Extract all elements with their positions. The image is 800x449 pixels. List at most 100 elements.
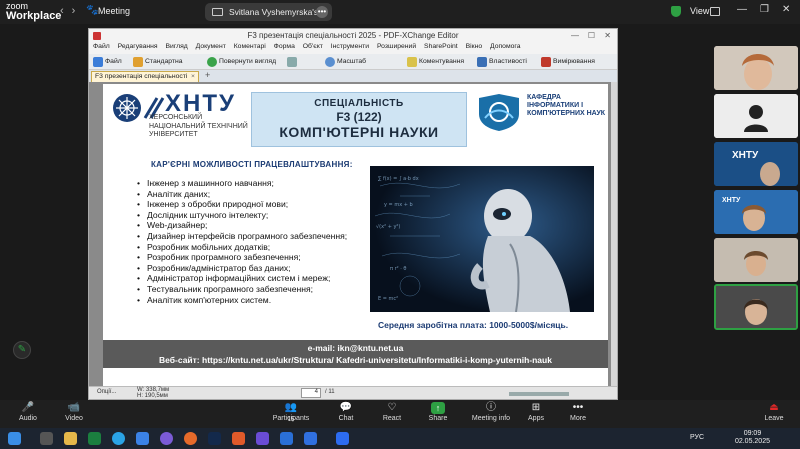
app-icon[interactable] <box>280 432 293 445</box>
system-clock[interactable]: 09:09 02.05.2025 <box>735 430 770 446</box>
menu-advanced[interactable]: Розширений <box>377 43 416 50</box>
menu-view[interactable]: Вигляд <box>166 43 188 50</box>
apps-button[interactable]: ⊞ Apps <box>514 402 558 422</box>
windows-taskbar: РУС 09:09 02.05.2025 <box>0 428 800 449</box>
zoom-taskbar-icon[interactable] <box>336 432 349 445</box>
vscode-icon[interactable] <box>304 432 317 445</box>
share-button[interactable]: ↑ Share <box>416 402 460 422</box>
tab-close-icon[interactable]: × <box>191 72 195 82</box>
view-tool-icon <box>287 57 297 67</box>
view-tools-button[interactable] <box>287 56 317 68</box>
menu-object[interactable]: Об'єкт <box>303 43 323 50</box>
telegram-icon[interactable] <box>112 432 125 445</box>
more-button[interactable]: ••• More <box>556 402 600 422</box>
photoshop-icon[interactable] <box>208 432 221 445</box>
list-item: Інженер з обробки природної мови; <box>137 199 373 210</box>
pdfx-minimize-icon[interactable]: — <box>571 29 579 43</box>
firefox-icon[interactable] <box>184 432 197 445</box>
measuring-button[interactable]: Вимірювання <box>541 56 595 68</box>
menu-window[interactable]: Вікно <box>466 43 483 50</box>
menu-form[interactable]: Форма <box>274 43 295 50</box>
participant-video-tile[interactable]: ХНТУ <box>714 190 798 234</box>
pdfx-maximize-icon[interactable]: ☐ <box>588 29 595 43</box>
pdfx-window-title: F3 презентація спеціальності 2025 - PDF-… <box>247 31 459 40</box>
info-icon: ⓘ <box>486 402 496 413</box>
audio-label: Audio <box>19 415 37 422</box>
grid-view-icon[interactable] <box>710 7 720 16</box>
meeting-info-button[interactable]: ⓘ Meeting info <box>466 402 516 422</box>
more-options-icon[interactable]: ••• <box>316 6 328 18</box>
pdfx-close-icon[interactable]: ✕ <box>604 29 611 43</box>
svg-text:ХНТУ: ХНТУ <box>732 150 759 161</box>
document-view[interactable]: ХНТУ ХЕРСОНСЬКИЙ НАЦІОНАЛЬНИЙ ТЕХНІЧНИЙ … <box>89 82 617 388</box>
new-tab-icon[interactable]: + <box>205 70 210 80</box>
start-icon[interactable] <box>8 432 21 445</box>
properties-button[interactable]: Властивості <box>477 56 527 68</box>
document-tab[interactable]: F3 презентація спеціальності 2025 × <box>91 71 199 90</box>
participants-button[interactable]: 👥15 Participants <box>266 402 316 423</box>
video-button[interactable]: 📹 Video <box>52 402 96 422</box>
vertical-scrollbar[interactable] <box>611 82 617 388</box>
react-button[interactable]: ♡ React <box>370 402 414 422</box>
store-icon[interactable] <box>88 432 101 445</box>
back-arrow-icon[interactable]: ‹ <box>60 5 72 17</box>
menu-tools[interactable]: Інструменти <box>331 43 369 50</box>
options-button[interactable]: Опції... <box>97 389 116 395</box>
screen-share-pill[interactable]: Svitlana Vyshemyrska's screen ••• <box>205 3 332 35</box>
participant-face-image <box>714 46 798 90</box>
zoom-slider[interactable] <box>509 392 569 396</box>
scale-button[interactable]: Масштаб <box>325 56 366 68</box>
viber-icon[interactable] <box>160 432 173 445</box>
annotate-pencil-icon[interactable]: ✎ <box>13 341 31 359</box>
browser-icon[interactable] <box>136 432 149 445</box>
list-item: Розробник мобільних додатків; <box>137 242 373 253</box>
menu-file[interactable]: Файл <box>93 43 110 50</box>
file-button[interactable]: Файл <box>93 56 122 68</box>
app-icon[interactable] <box>232 432 245 445</box>
list-item: Аналітик комп'ютерних систем. <box>137 295 373 306</box>
page-number-input[interactable]: 4 <box>301 388 321 398</box>
zoom-logo-line2: Workplace <box>6 10 62 22</box>
forward-arrow-icon[interactable]: › <box>72 5 84 17</box>
leave-button[interactable]: ⏏ Leave <box>752 402 796 422</box>
restore-icon[interactable]: ❐ <box>760 4 769 15</box>
participant-avatar-tile[interactable] <box>714 94 798 138</box>
menu-document[interactable]: Документ <box>196 43 226 50</box>
search-icon[interactable] <box>40 432 53 445</box>
revert-view-button[interactable]: Повернути вигляд <box>207 56 276 68</box>
list-item: Web-дизайнер; <box>137 220 373 231</box>
close-icon[interactable]: ✕ <box>782 4 790 15</box>
menu-comments[interactable]: Коментарі <box>234 43 266 50</box>
zoom-title-bar: zoom Workplace ‹› 🐾 Meeting Svitlana Vys… <box>0 0 800 35</box>
commenting-button[interactable]: Коментування <box>407 56 464 68</box>
menu-edit[interactable]: Редагування <box>118 43 158 50</box>
participant-video-tile[interactable]: ХНТУ <box>714 142 798 186</box>
menu-sharepoint[interactable]: SharePoint <box>424 43 458 50</box>
department-logo <box>479 94 519 131</box>
participant-video-tile-active[interactable] <box>714 284 798 330</box>
file-explorer-icon[interactable] <box>64 432 77 445</box>
pdf-xchange-window: F3 презентація спеціальності 2025 - PDF-… <box>88 28 618 400</box>
list-item: Адміністратор інформаційних систем і мер… <box>137 273 373 284</box>
pdfx-toolbar: Файл Стандартна Повернути вигляд Масштаб… <box>89 54 617 70</box>
career-title: КАР'ЄРНІ МОЖЛИВОСТІ ПРАЦЕВЛАШТУВАННЯ: <box>151 160 353 169</box>
chat-label: Chat <box>338 415 354 422</box>
audio-button[interactable]: 🎤 Audio <box>6 402 50 422</box>
shield-icon[interactable] <box>671 6 681 17</box>
view-button[interactable]: View <box>690 6 709 16</box>
language-indicator[interactable]: РУС <box>690 434 704 441</box>
minimize-icon[interactable]: — <box>737 4 747 15</box>
svg-text:ХНТУ: ХНТУ <box>722 197 741 204</box>
list-item: Дослідник штучного інтелекту; <box>137 210 373 221</box>
paw-icon: 🐾 <box>86 5 99 16</box>
participant-video-tile[interactable] <box>714 238 798 282</box>
app-icon[interactable] <box>256 432 269 445</box>
menu-help[interactable]: Допомога <box>490 43 520 50</box>
clock-time: 09:09 <box>743 430 762 437</box>
history-nav: ‹› <box>60 5 83 17</box>
chat-button[interactable]: 💬 Chat <box>324 402 368 422</box>
standard-button[interactable]: Стандартна <box>133 56 183 68</box>
share-arrow-icon: ↑ <box>431 402 445 414</box>
leave-icon: ⏏ <box>769 402 779 413</box>
participant-video-tile[interactable] <box>714 46 798 90</box>
